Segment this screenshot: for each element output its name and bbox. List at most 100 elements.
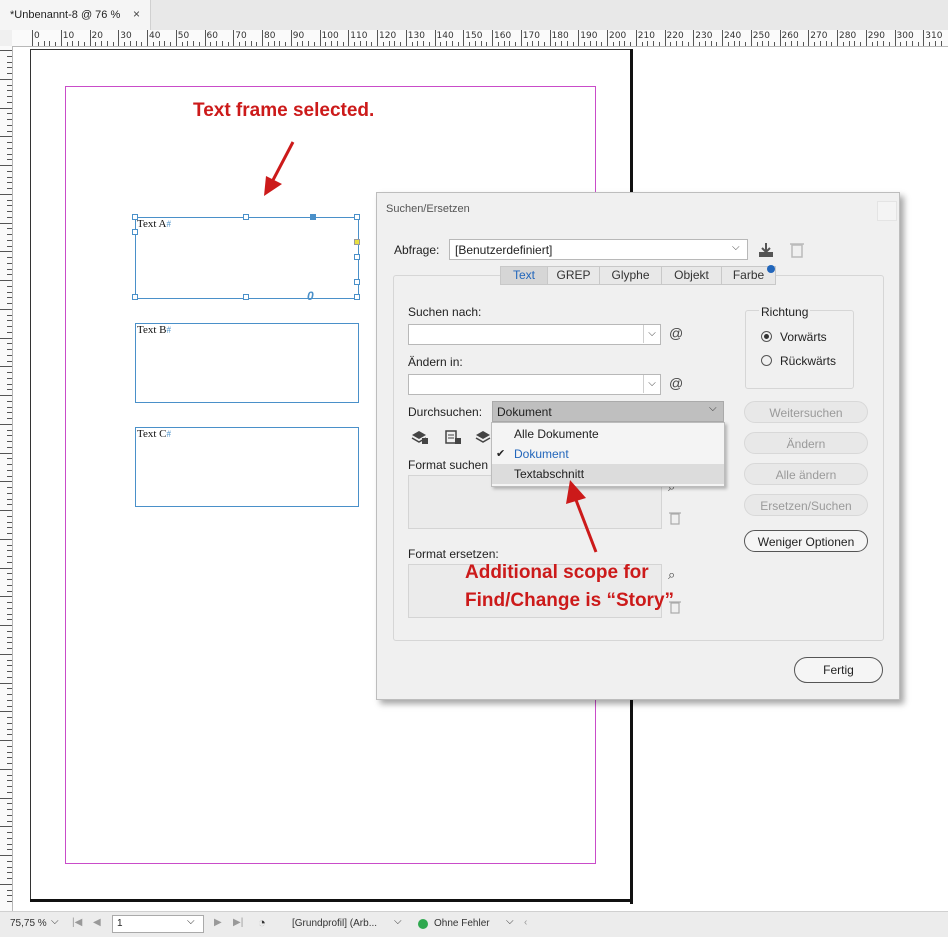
change-button[interactable]: Ändern [744, 432, 868, 454]
ruler-tick [193, 41, 194, 46]
selection-handle[interactable] [354, 214, 360, 220]
selection-handle[interactable] [243, 214, 249, 220]
ruler-tick [0, 193, 12, 195]
menu-item-document[interactable]: ✔ Dokument [492, 444, 724, 464]
ruler-tick [0, 653, 12, 655]
locked-layers-icon[interactable] [410, 429, 430, 445]
annotation-text: Find/Change is “Story” [465, 590, 675, 611]
tab-text[interactable]: Text [500, 266, 548, 285]
selection-handle[interactable] [354, 254, 360, 260]
scroll-left-icon[interactable]: ‹ [524, 917, 527, 928]
ruler-tick [434, 30, 436, 46]
chevron-down-icon[interactable]: ⌵ [506, 916, 514, 927]
preflight-status[interactable]: Ohne Fehler [434, 918, 490, 929]
page-number-field[interactable]: 1 ⌵ [112, 915, 204, 933]
ruler-tick-label: 10 [62, 31, 75, 41]
chevron-down-icon: ⌵ [732, 242, 740, 253]
chevron-down-icon[interactable]: ⌵ [643, 325, 660, 343]
change-find-button[interactable]: Ersetzen/Suchen [744, 494, 868, 516]
ruler-tick [417, 41, 419, 46]
change-all-button[interactable]: Alle ändern [744, 463, 868, 485]
find-next-button[interactable]: Weitersuchen [744, 401, 868, 423]
ruler-tick [7, 170, 12, 172]
selection-handle[interactable] [354, 279, 360, 285]
ruler-tick [578, 30, 580, 46]
annotation-text: Additional scope for [465, 562, 649, 583]
ruler-tick [7, 694, 12, 695]
selection-handle[interactable] [243, 294, 249, 300]
preflight-icon[interactable]: ◔ [258, 915, 266, 930]
frame-text: Text B# [137, 324, 171, 336]
ruler-tick [7, 590, 12, 592]
trash-icon[interactable] [669, 511, 681, 525]
query-select[interactable]: [Benutzerdefiniert] ⌵ [449, 239, 748, 260]
fewer-options-button[interactable]: Weniger Optionen [744, 530, 868, 552]
selection-handle[interactable] [132, 294, 138, 300]
chevron-down-icon[interactable]: ⌵ [643, 375, 660, 393]
menu-item-story[interactable]: Textabschnitt [492, 464, 724, 484]
preflight-profile[interactable]: [Grundprofil] (Arb... [292, 918, 377, 929]
search-scope-menu[interactable]: Alle Dokumente ✔ Dokument Textabschnitt [491, 422, 725, 487]
text-frame-c[interactable]: Text C# [135, 427, 359, 507]
selection-handle[interactable] [132, 229, 138, 235]
tab-glyph[interactable]: Glyphe [599, 266, 662, 285]
selection-handle[interactable] [354, 294, 360, 300]
chevron-down-icon[interactable]: ⌵ [187, 916, 195, 927]
close-icon[interactable]: × [133, 7, 140, 21]
corner-option-handle[interactable] [354, 239, 360, 245]
ruler-tick [7, 544, 12, 546]
ruler-tick [894, 30, 896, 46]
notification-dot [767, 265, 775, 273]
format-search-icon[interactable]: ⌕ [668, 567, 675, 583]
tab-grep[interactable]: GREP [547, 266, 600, 285]
ruler-tick-label: 280 [839, 31, 857, 41]
menu-item-all-documents[interactable]: Alle Dokumente [492, 424, 724, 444]
ruler-tick-label: 30 [120, 31, 132, 41]
next-page-icon[interactable]: ▶ [214, 917, 222, 928]
horizontal-ruler[interactable]: 0 10 20 30 40 50 60 70 80 90 100 110 120 130 140 150 160… [12, 30, 948, 47]
locked-stories-icon[interactable] [443, 429, 463, 445]
ruler-tick [296, 42, 298, 46]
done-button[interactable]: Fertig [794, 657, 883, 683]
document-tab[interactable]: *Unbenannt-8 @ 76 % × [0, 0, 151, 30]
find-input[interactable]: ⌵ [408, 324, 661, 345]
selection-handle[interactable] [132, 214, 138, 220]
ruler-tick [43, 41, 45, 46]
ruler-tick [7, 860, 12, 862]
chevron-down-icon[interactable]: ⌵ [51, 916, 59, 927]
text-frame-a[interactable]: Text A# [135, 217, 359, 299]
special-characters-icon[interactable]: @ [669, 325, 683, 341]
ruler-tick [233, 30, 235, 46]
ruler-tick [0, 251, 12, 253]
ruler-tick [727, 42, 729, 46]
tab-object[interactable]: Objekt [661, 266, 722, 285]
direction-forward-radio[interactable] [761, 331, 772, 342]
ruler-tick [198, 42, 200, 46]
dialog-titlebar[interactable]: Suchen/Ersetzen [377, 193, 899, 223]
ruler-tick [7, 199, 12, 201]
direction-backward-label: Rückwärts [780, 354, 837, 368]
trash-icon[interactable] [789, 241, 805, 259]
in-port-handle[interactable] [310, 214, 316, 220]
ruler-tick [106, 41, 108, 46]
ruler-tick [423, 41, 424, 46]
last-page-icon[interactable]: ▶| [233, 917, 243, 928]
text-frame-b[interactable]: Text B# [135, 323, 359, 403]
first-page-icon[interactable]: |◀ [72, 917, 82, 928]
direction-backward-radio[interactable] [761, 355, 772, 366]
change-label: Ändern in: [408, 355, 463, 369]
search-scope-select[interactable]: Dokument ⌵ [492, 401, 724, 422]
save-query-icon[interactable] [757, 241, 775, 259]
ruler-tick [831, 42, 833, 46]
search-scope-value: Dokument [497, 405, 552, 419]
chevron-down-icon[interactable]: ⌵ [394, 916, 402, 927]
close-button[interactable] [877, 201, 897, 221]
ruler-tick [7, 429, 12, 431]
zoom-level[interactable]: 75,75 % [10, 918, 47, 929]
special-characters-icon[interactable]: @ [669, 375, 683, 391]
previous-page-icon[interactable]: ◀ [93, 917, 101, 928]
ruler-tick-label: 120 [379, 31, 397, 41]
vertical-ruler[interactable] [0, 46, 13, 911]
ruler-tick [0, 78, 12, 80]
change-input[interactable]: ⌵ [408, 374, 661, 395]
